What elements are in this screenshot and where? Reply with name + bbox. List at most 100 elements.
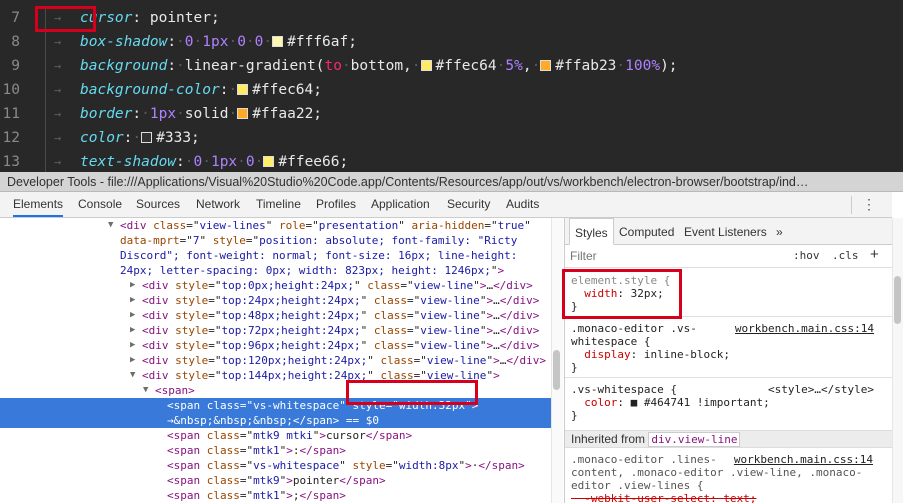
more-tabs-icon[interactable]: » bbox=[776, 218, 783, 245]
tab-security[interactable]: Security bbox=[447, 192, 490, 217]
dom-node-text: <span class="mtk1">:</span> bbox=[167, 443, 346, 458]
tab-network[interactable]: Network bbox=[196, 192, 240, 217]
style-source-link[interactable]: workbench.main.css:14 bbox=[735, 322, 874, 335]
dom-node-line[interactable]: <span class="vs-whitespace" style="width… bbox=[0, 398, 551, 413]
color-swatch[interactable] bbox=[237, 108, 249, 119]
color-swatch[interactable] bbox=[237, 84, 249, 95]
dom-node-line[interactable]: ▶ <div style="top:0px;height:24px;" class… bbox=[0, 278, 551, 293]
property-name: display bbox=[584, 348, 631, 361]
indent-guide bbox=[45, 150, 46, 172]
class-toggle[interactable]: .cls bbox=[832, 249, 859, 262]
elements-scrollbar-thumb[interactable] bbox=[553, 350, 560, 390]
dom-node-line[interactable]: ▼ <div class="view-lines" role="presentat… bbox=[0, 218, 551, 233]
tab-profiles[interactable]: Profiles bbox=[316, 192, 356, 217]
dom-token: </span> bbox=[299, 489, 346, 502]
tab-application[interactable]: Application bbox=[371, 192, 430, 217]
dom-node-line[interactable]: ▶ <div style="top:120px;height:24px;" cla… bbox=[0, 353, 551, 368]
dom-node-line[interactable]: <span class="mtk9 mtki">cursor</span> bbox=[0, 428, 551, 443]
tab-console[interactable]: Console bbox=[78, 192, 122, 217]
code-line[interactable]: 13 → text-shadow:·0·1px·0· #ffee66; bbox=[0, 150, 903, 172]
code-token: solid bbox=[184, 106, 229, 122]
dom-node-line[interactable]: <span class="vs-whitespace" style="width… bbox=[0, 458, 551, 473]
expand-triangle-icon[interactable]: ▶ bbox=[130, 353, 140, 368]
styles-scrollbar-thumb[interactable] bbox=[894, 276, 901, 324]
styles-filter-input[interactable] bbox=[570, 248, 770, 264]
dom-node-line[interactable]: ▶ <div style="top:72px;height:24px;" clas… bbox=[0, 323, 551, 338]
dom-token: … bbox=[493, 294, 500, 307]
tab-arrow-icon: → bbox=[54, 35, 62, 49]
color-swatch[interactable] bbox=[420, 60, 432, 71]
color-swatch[interactable] bbox=[272, 36, 284, 47]
dom-token: > bbox=[286, 489, 293, 502]
tab-sources[interactable]: Sources bbox=[136, 192, 180, 217]
code-line[interactable]: 10 → background-color:· #ffec64; bbox=[0, 78, 903, 102]
dom-token: style bbox=[175, 354, 209, 367]
dom-token: role bbox=[278, 219, 306, 232]
elements-tree[interactable]: ▼ <div class="view-lines" role="presentat… bbox=[0, 218, 551, 503]
style-selector: whitespace { bbox=[571, 335, 651, 348]
style-declaration[interactable]: display: inline-block; bbox=[571, 348, 730, 361]
collapse-triangle-icon[interactable]: ▼ bbox=[108, 218, 118, 233]
tab-timeline[interactable]: Timeline bbox=[256, 192, 301, 217]
inherited-element-link[interactable]: div.view-line bbox=[648, 432, 741, 447]
property-value: : 32px; bbox=[617, 287, 664, 300]
style-declaration[interactable]: color: ■ #464741 !important; bbox=[571, 396, 769, 409]
expand-triangle-icon[interactable]: ▶ bbox=[130, 323, 140, 338]
code-line[interactable]: 7 → cursor: pointer; bbox=[0, 6, 903, 30]
dom-node-line[interactable]: <span class="mtk1">:</span> bbox=[0, 443, 551, 458]
dom-node-line[interactable]: ▶ <div style="top:48px;height:24px;" clas… bbox=[0, 308, 551, 323]
styles-scrollbar[interactable] bbox=[892, 218, 903, 503]
dom-token: class bbox=[206, 459, 240, 472]
code-editor[interactable]: 7 → cursor: pointer; 8 → box-shadow:·0·1px·0·… bbox=[0, 0, 903, 172]
dom-node-text: <span class="mtk9">pointer</span> bbox=[167, 473, 386, 488]
dom-node-line[interactable]: <span class="mtk1">;</span> bbox=[0, 488, 551, 503]
color-swatch[interactable] bbox=[263, 156, 275, 167]
code-line[interactable]: 9 → background:·linear-gradient(to·bottom,… bbox=[0, 54, 903, 78]
code-line[interactable]: 12 → color:· #333; bbox=[0, 126, 903, 150]
code-text: background:·linear-gradient(to·bottom,· #… bbox=[80, 54, 678, 78]
hover-state-toggle[interactable]: :hov bbox=[793, 249, 820, 262]
dom-token: > bbox=[286, 474, 293, 487]
style-source-link[interactable]: <style>…</style> bbox=[768, 383, 874, 396]
line-number: 8 bbox=[11, 34, 20, 50]
dom-node-line[interactable]: 24px; letter-spacing: 0px; width: 823px;… bbox=[0, 263, 551, 278]
new-rule-button[interactable]: + bbox=[870, 246, 879, 263]
dom-token: pointer bbox=[292, 474, 340, 487]
dom-node-line[interactable]: ▼ <span> bbox=[0, 383, 551, 398]
dom-node-line[interactable]: <span class="mtk9">pointer</span> bbox=[0, 473, 551, 488]
tab-audits[interactable]: Audits bbox=[506, 192, 539, 217]
dom-node-text: <span> bbox=[155, 383, 195, 398]
tab-arrow-icon: → bbox=[54, 83, 62, 97]
dom-node-text: <div style="top:24px;height:24px;" class… bbox=[142, 293, 539, 308]
collapse-triangle-icon[interactable]: ▼ bbox=[130, 368, 140, 383]
style-selector: element.style { bbox=[571, 274, 671, 287]
code-line[interactable]: 8 → box-shadow:·0·1px·0·0· #fff6af; bbox=[0, 30, 903, 54]
dom-node-line[interactable]: ▶ <div style="top:96px;height:24px;" clas… bbox=[0, 338, 551, 353]
dom-node-line[interactable]: ▼ <div style="top:144px;height:24px;" cla… bbox=[0, 368, 551, 383]
more-options-icon[interactable]: ⋮ bbox=[862, 196, 876, 212]
code-line[interactable]: 11 → border:·1px·solid· #ffaa22; bbox=[0, 102, 903, 126]
tab-computed[interactable]: Computed bbox=[619, 218, 674, 245]
style-declaration[interactable]: width: 32px; bbox=[571, 287, 664, 300]
dom-node-line[interactable]: Discord"; font-weight: normal; font-size… bbox=[0, 248, 551, 263]
css-property: background-color bbox=[80, 82, 220, 98]
tab-elements[interactable]: Elements bbox=[13, 192, 64, 217]
collapse-triangle-icon[interactable]: ▼ bbox=[143, 383, 153, 398]
style-declaration[interactable]: -webkit-user-select: text; bbox=[571, 492, 756, 503]
color-swatch[interactable] bbox=[141, 132, 153, 143]
style-source-link[interactable]: workbench.main.css:14 bbox=[734, 453, 873, 466]
tab-event-listeners[interactable]: Event Listeners bbox=[684, 218, 767, 245]
dom-token: > bbox=[465, 459, 472, 472]
expand-triangle-icon[interactable]: ▶ bbox=[130, 338, 140, 353]
expand-triangle-icon[interactable]: ▶ bbox=[130, 308, 140, 323]
dom-node-line[interactable]: data-mprt="7" style="position: absolute;… bbox=[0, 233, 551, 248]
expand-triangle-icon[interactable]: ▶ bbox=[130, 293, 140, 308]
color-swatch[interactable] bbox=[540, 60, 552, 71]
dom-node-line[interactable]: ▶ <div style="top:24px;height:24px;" clas… bbox=[0, 293, 551, 308]
expand-triangle-icon[interactable]: ▶ bbox=[130, 278, 140, 293]
dom-node-line[interactable]: →&nbsp;&nbsp;&nbsp;</span> == $0 bbox=[0, 413, 551, 428]
css-property: border bbox=[80, 106, 133, 122]
rule-separator bbox=[565, 316, 892, 317]
dom-token: view-line bbox=[420, 324, 480, 337]
tab-styles[interactable]: Styles bbox=[569, 218, 614, 245]
